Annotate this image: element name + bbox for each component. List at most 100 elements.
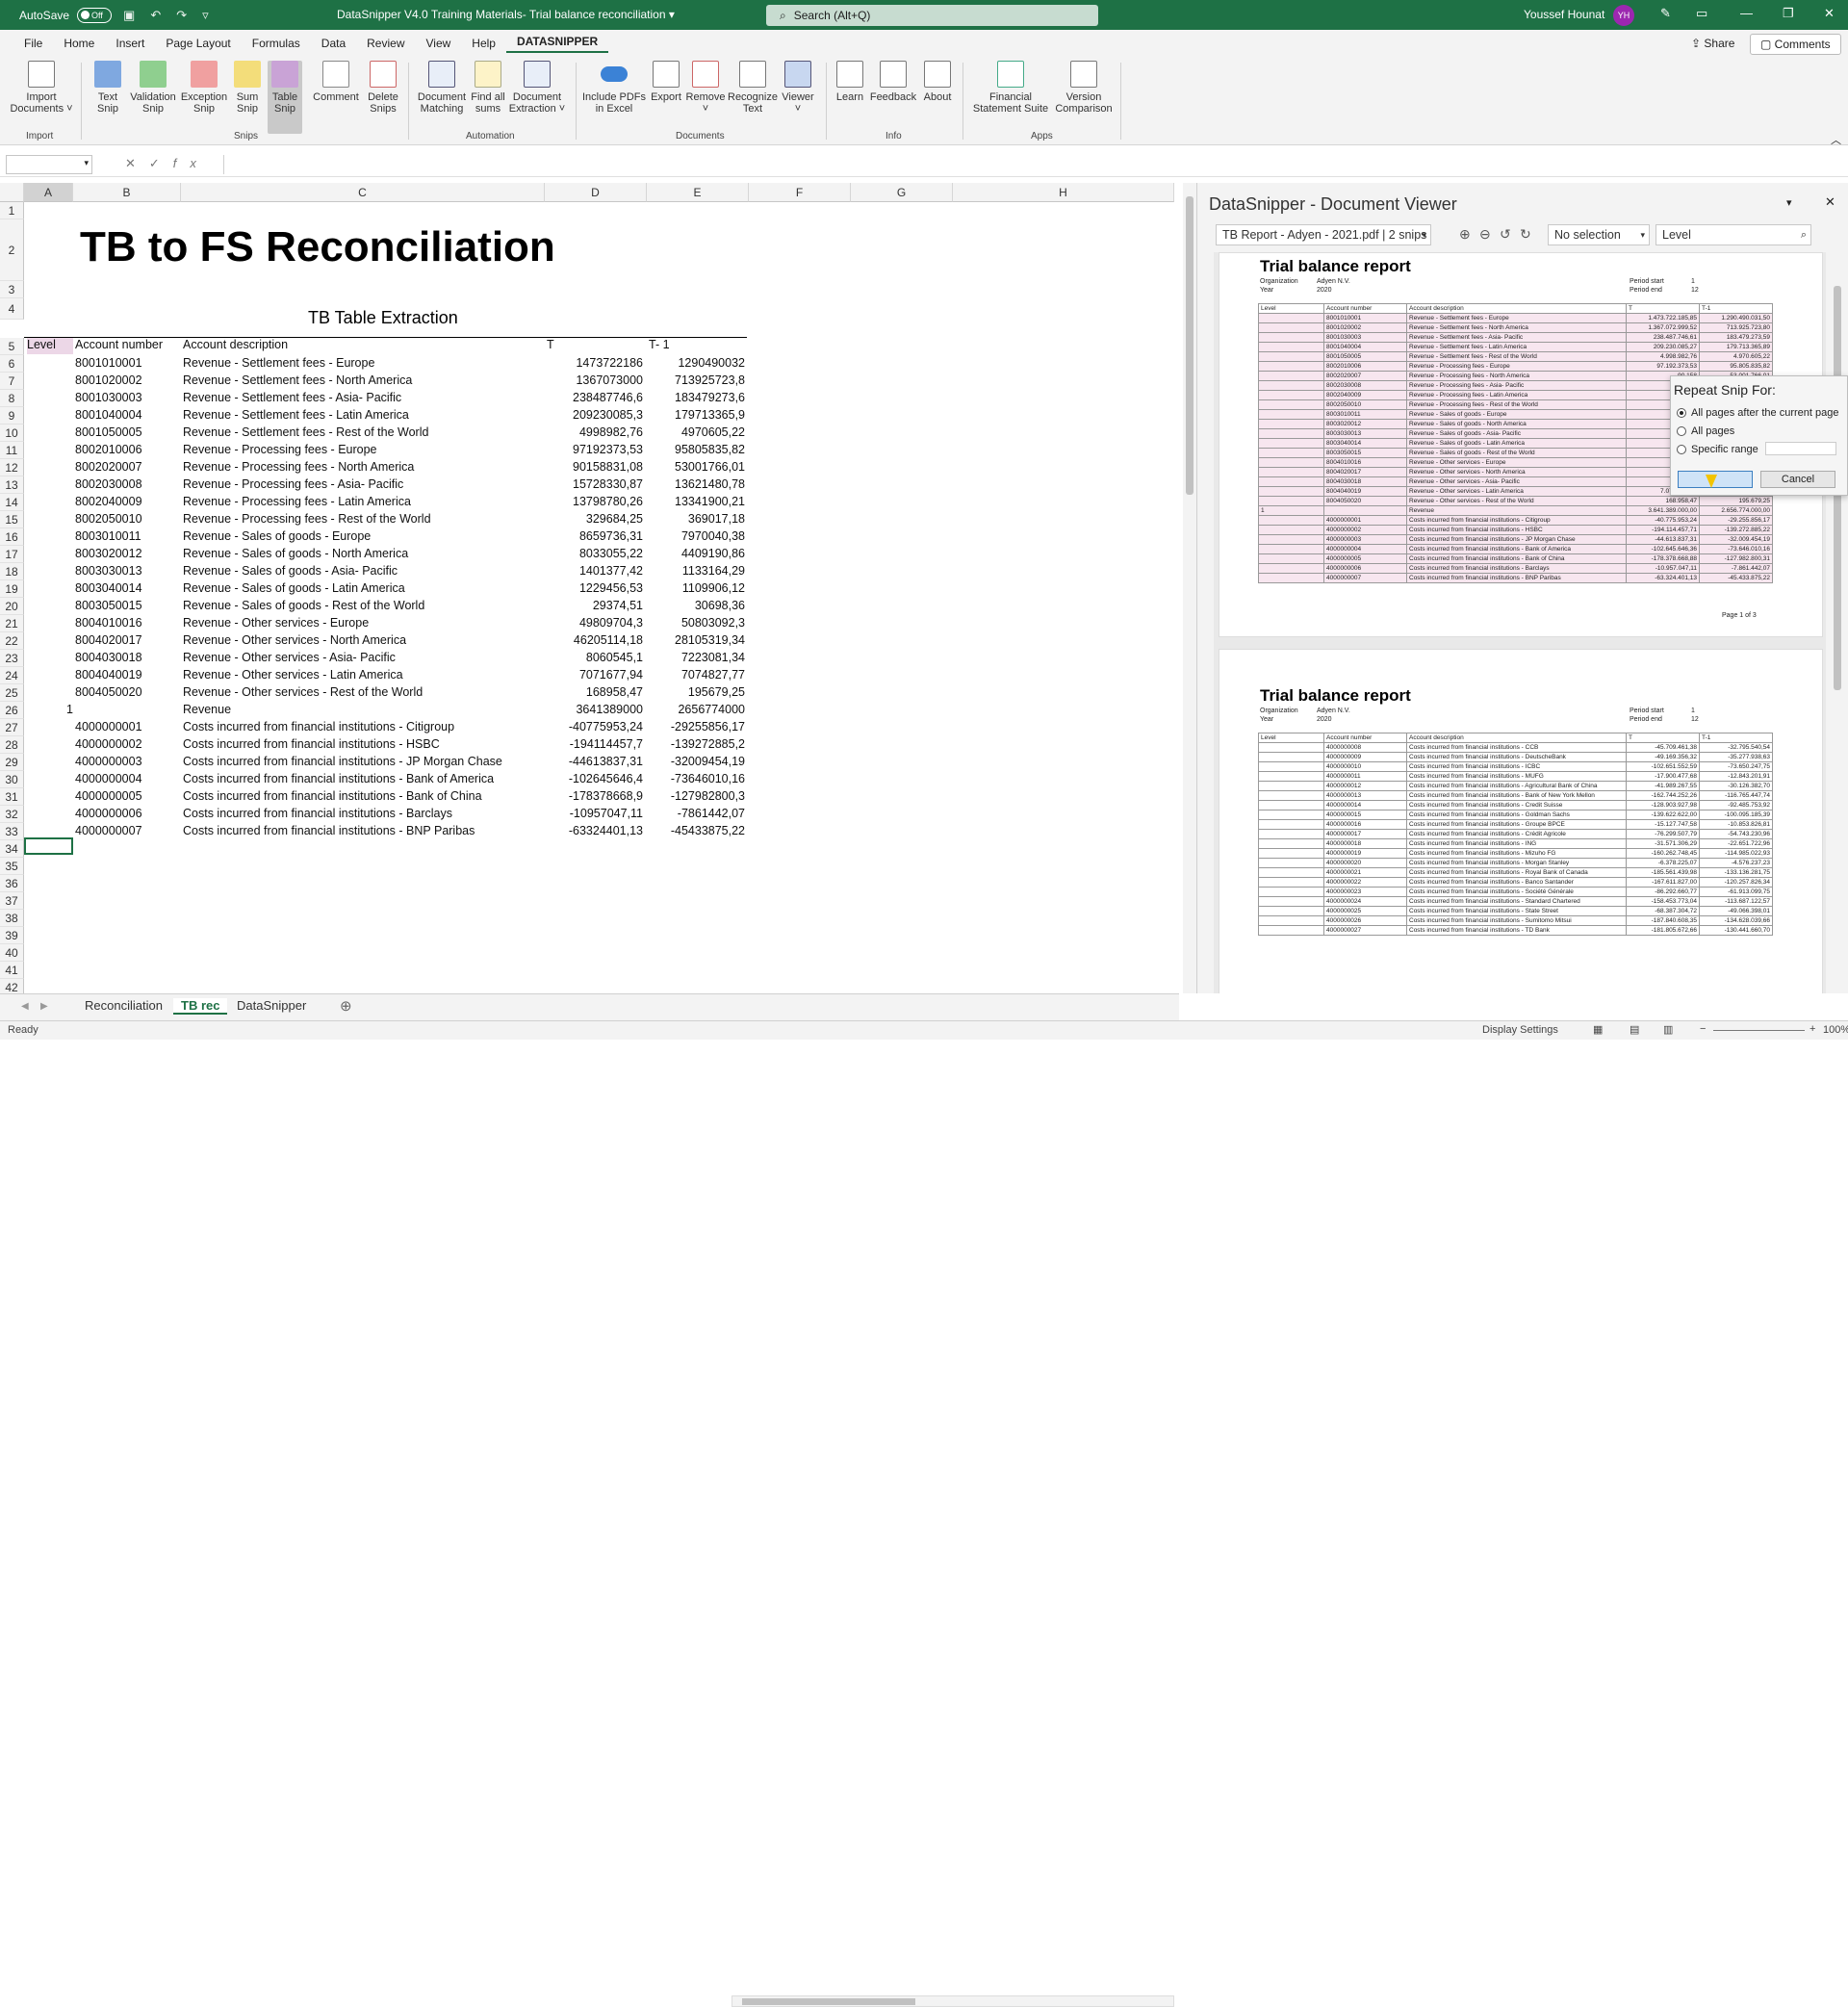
name-box[interactable]: ▾: [6, 155, 92, 174]
cell-account-description[interactable]: Revenue - Processing fees - Asia- Pacifi…: [183, 477, 539, 491]
close-icon[interactable]: ✕: [1824, 6, 1835, 21]
cell-account-description[interactable]: Revenue - Sales of goods - Rest of the W…: [183, 599, 539, 612]
cell-account-description[interactable]: Revenue - Other services - Europe: [183, 616, 539, 630]
selected-cell[interactable]: [24, 837, 73, 855]
cell-account-number[interactable]: 8001040004: [75, 408, 179, 422]
vertical-scrollbar[interactable]: [1183, 183, 1196, 993]
page-2-table[interactable]: Level Account number Account description T T…: [1258, 733, 1773, 936]
sheet-tab-datasnipper[interactable]: DataSnipper: [229, 998, 314, 1013]
table-snip-button[interactable]: Table Snip: [268, 61, 302, 134]
cell-t[interactable]: 1401377,42: [545, 564, 643, 578]
column-header[interactable]: E: [647, 183, 749, 202]
page-break-view-icon[interactable]: ▥: [1663, 1023, 1673, 1036]
row-header[interactable]: 9: [0, 407, 24, 425]
cell-account-number[interactable]: 8003030013: [75, 564, 179, 578]
prev-sheet-icon[interactable]: ◀: [21, 1001, 29, 1012]
zoom-slider[interactable]: [1713, 1030, 1805, 1031]
row-header[interactable]: 12: [0, 459, 24, 476]
normal-view-icon[interactable]: ▦: [1593, 1023, 1603, 1036]
collapse-ribbon-icon[interactable]: ︿: [1831, 132, 1841, 147]
financial-statement-suite-button[interactable]: Financial Statement Suite: [970, 61, 1051, 115]
cell-t[interactable]: 90158831,08: [545, 460, 643, 474]
cell-account-number[interactable]: 8004030018: [75, 651, 179, 664]
cell-t1[interactable]: 7074827,77: [647, 668, 745, 682]
pdf-page-2[interactable]: Trial balance report Organization Year Ad…: [1219, 649, 1823, 993]
version-comparison-button[interactable]: Version Comparison: [1053, 61, 1115, 115]
rotate-left-icon[interactable]: ↺: [1500, 226, 1511, 243]
cell-t[interactable]: 1473722186: [545, 356, 643, 370]
cell-t1[interactable]: 13341900,21: [647, 495, 745, 508]
row-header[interactable]: 21: [0, 615, 24, 632]
cell-account-number[interactable]: 8003010011: [75, 529, 179, 543]
cell-account-description[interactable]: Costs incurred from financial institutio…: [183, 772, 539, 785]
cell-account-number[interactable]: 8001010001: [75, 356, 179, 370]
tab-formulas[interactable]: Formulas: [242, 37, 311, 50]
column-header[interactable]: C: [181, 183, 545, 202]
cell-account-number[interactable]: 8001050005: [75, 425, 179, 439]
row-header[interactable]: 24: [0, 667, 24, 684]
cell-account-description[interactable]: Costs incurred from financial institutio…: [183, 737, 539, 751]
cell-t[interactable]: 238487746,6: [545, 391, 643, 404]
cell-t1[interactable]: -29255856,17: [647, 720, 745, 733]
cell-t1[interactable]: 7223081,34: [647, 651, 745, 664]
cell-account-description[interactable]: Revenue - Other services - Asia- Pacific: [183, 651, 539, 664]
pen-icon[interactable]: ✎: [1660, 6, 1671, 21]
cell-account-description[interactable]: Revenue - Settlement fees - Rest of the …: [183, 425, 539, 439]
document-pages[interactable]: Trial balance report Organization Year Ad…: [1214, 252, 1826, 993]
row-header[interactable]: 27: [0, 719, 24, 736]
row-header[interactable]: 35: [0, 858, 24, 875]
cell-account-number[interactable]: 4000000003: [75, 755, 179, 768]
row-header[interactable]: 6: [0, 355, 24, 373]
tab-home[interactable]: Home: [53, 37, 105, 50]
viewer-scrollbar[interactable]: [1831, 252, 1844, 993]
cell-t[interactable]: 97192373,53: [545, 443, 643, 456]
next-sheet-icon[interactable]: ▶: [40, 1001, 48, 1012]
cell-account-description[interactable]: Costs incurred from financial institutio…: [183, 755, 539, 768]
row-header[interactable]: 22: [0, 632, 24, 650]
formula-input[interactable]: [223, 155, 1840, 174]
tab-help[interactable]: Help: [461, 37, 506, 50]
cell-t[interactable]: 8060545,1: [545, 651, 643, 664]
export-button[interactable]: Export: [647, 61, 685, 103]
zoom-out-icon[interactable]: ⊖: [1479, 226, 1491, 243]
cell-account-description[interactable]: Revenue - Other services - North America: [183, 633, 539, 647]
customize-toolbar-icon[interactable]: ▿: [198, 8, 213, 23]
cell-account-number[interactable]: 8004010016: [75, 616, 179, 630]
cell-t1[interactable]: -127982800,3: [647, 789, 745, 803]
cell-t[interactable]: 329684,25: [545, 512, 643, 526]
row-header[interactable]: 26: [0, 702, 24, 719]
cell-t1[interactable]: 4409190,86: [647, 547, 745, 560]
cell-account-description[interactable]: Revenue: [183, 703, 539, 716]
cell-level[interactable]: 1: [27, 703, 73, 716]
row-header[interactable]: 8: [0, 390, 24, 407]
cell-account-description[interactable]: Costs incurred from financial institutio…: [183, 824, 539, 837]
add-sheet-icon[interactable]: ⊕: [340, 997, 352, 1015]
cell-t[interactable]: 8033055,22: [545, 547, 643, 560]
cell-account-number[interactable]: 8003040014: [75, 581, 179, 595]
cell-t[interactable]: -102645646,4: [545, 772, 643, 785]
text-snip-button[interactable]: Text Snip: [90, 61, 125, 115]
row-header[interactable]: 25: [0, 684, 24, 702]
cell-t1[interactable]: 13621480,78: [647, 477, 745, 491]
undo-icon[interactable]: ↶: [146, 8, 165, 23]
cell-account-description[interactable]: Revenue - Settlement fees - Europe: [183, 356, 539, 370]
cell-account-number[interactable]: 8004050020: [75, 685, 179, 699]
cell-account-number[interactable]: 8002030008: [75, 477, 179, 491]
learn-button[interactable]: Learn: [832, 61, 868, 103]
about-button[interactable]: About: [918, 61, 957, 103]
row-header[interactable]: 41: [0, 962, 24, 979]
row-header[interactable]: 36: [0, 875, 24, 892]
document-title[interactable]: DataSnipper V4.0 Training Materials- Tri…: [337, 8, 675, 21]
cell-t[interactable]: 1367073000: [545, 373, 643, 387]
cell-account-description[interactable]: Revenue - Processing fees - Rest of the …: [183, 512, 539, 526]
cell-t[interactable]: -178378668,9: [545, 789, 643, 803]
cell-t[interactable]: -194114457,7: [545, 737, 643, 751]
cell-t1[interactable]: 369017,18: [647, 512, 745, 526]
tab-insert[interactable]: Insert: [105, 37, 155, 50]
cell-account-number[interactable]: 4000000007: [75, 824, 179, 837]
cell-t1[interactable]: 28105319,34: [647, 633, 745, 647]
column-header[interactable]: H: [953, 183, 1174, 202]
row-header[interactable]: 14: [0, 494, 24, 511]
cell-t1[interactable]: 183479273,6: [647, 391, 745, 404]
cell-t1[interactable]: -73646010,16: [647, 772, 745, 785]
